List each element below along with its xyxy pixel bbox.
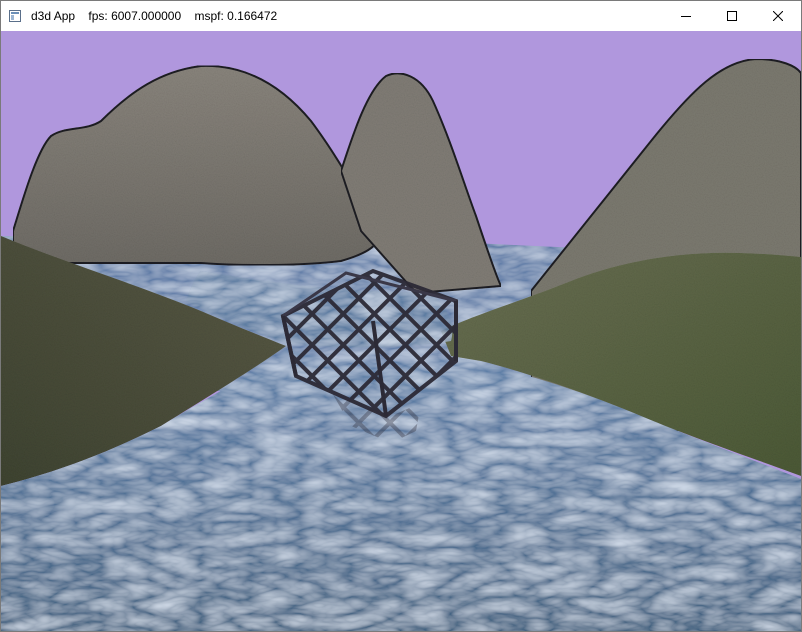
scene-render: [1, 31, 801, 631]
close-icon: [773, 11, 783, 21]
close-button[interactable]: [755, 1, 801, 31]
maximize-button[interactable]: [709, 1, 755, 31]
maximize-icon: [727, 11, 737, 21]
fps-readout: fps: 6007.000000: [88, 9, 182, 23]
minimize-button[interactable]: [663, 1, 709, 31]
app-window: d3d App fps: 6007.000000 mspf: 0.166472: [0, 0, 802, 632]
window-title: d3d App fps: 6007.000000 mspf: 0.166472: [31, 9, 277, 23]
mspf-readout: mspf: 0.166472: [194, 9, 278, 23]
app-name: d3d App: [31, 9, 76, 23]
title-bar[interactable]: d3d App fps: 6007.000000 mspf: 0.166472: [1, 1, 801, 31]
app-icon: [9, 9, 21, 22]
minimize-icon: [681, 16, 691, 17]
render-viewport[interactable]: [1, 31, 801, 631]
